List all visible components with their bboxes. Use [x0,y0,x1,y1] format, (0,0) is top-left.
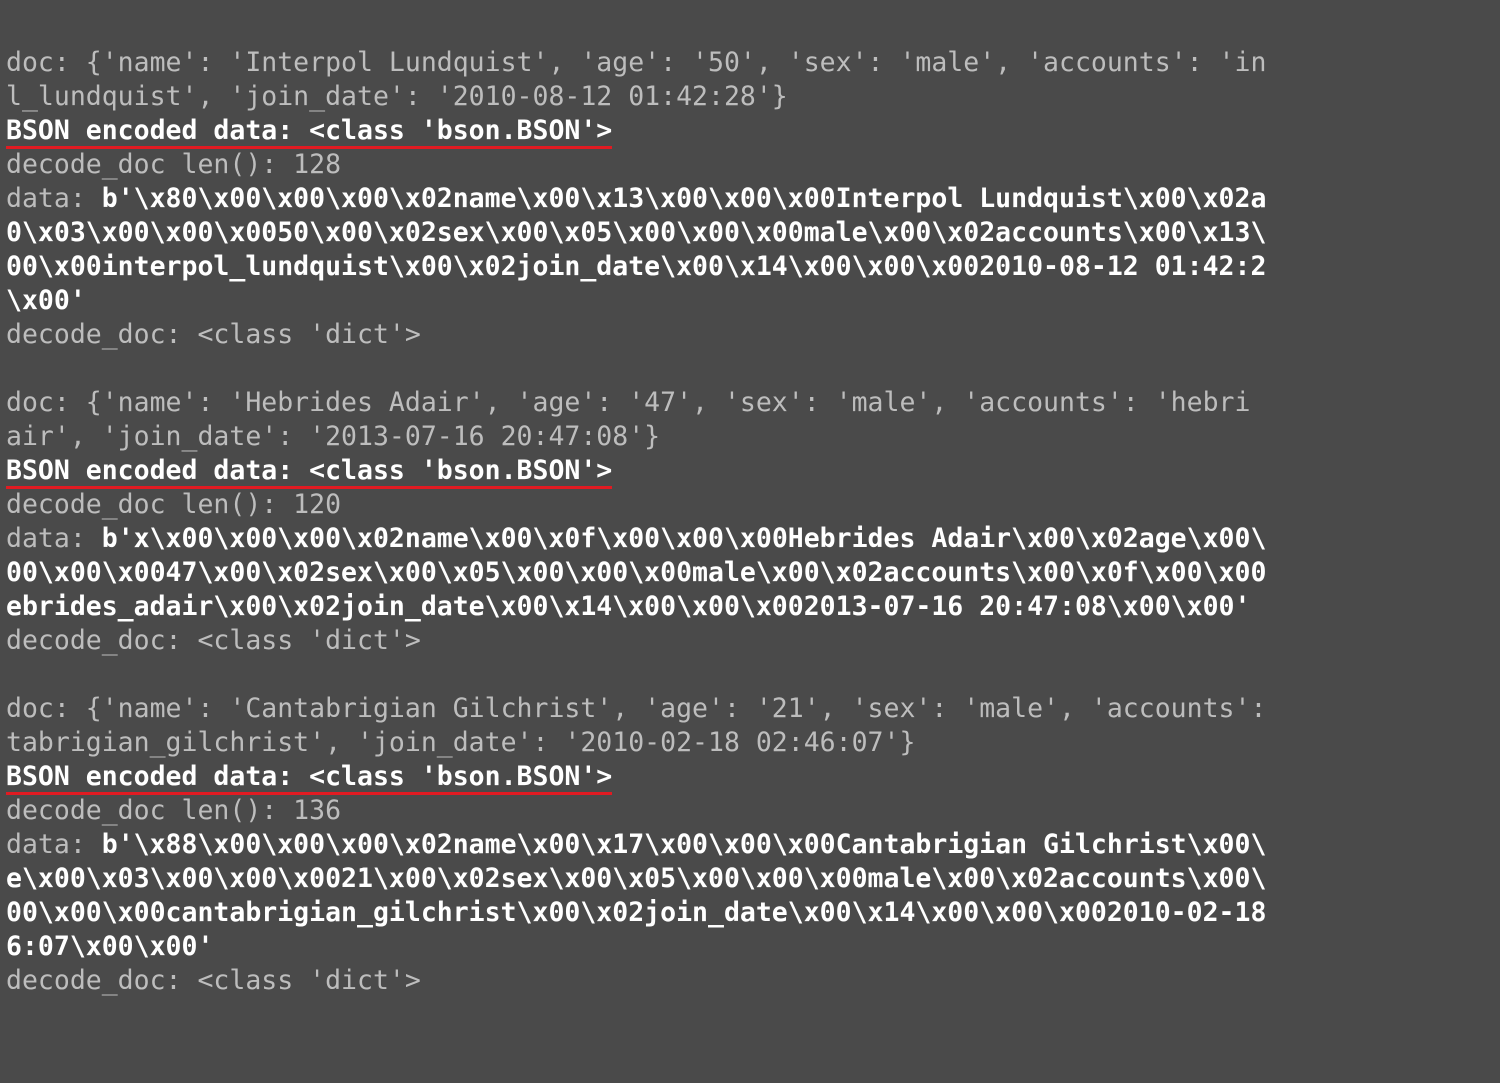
doc-line: doc: {'name': 'Cantabrigian Gilchrist', … [6,693,1266,724]
decode-doc-line: decode_doc: <class 'dict'> [6,965,421,996]
data-bytes: b'x\x00\x00\x00\x02name\x00\x0f\x00\x00\… [6,523,1266,622]
data-label: data: [6,829,102,860]
doc-line: doc: {'name': 'Interpol Lundquist', 'age… [6,47,1266,78]
decode-len-line: decode_doc len(): 136 [6,795,341,826]
bson-encoded-line: BSON encoded data: <class 'bson.BSON'> [6,760,612,794]
decode-len-line: decode_doc len(): 120 [6,489,341,520]
data-bytes: b'\x80\x00\x00\x00\x02name\x00\x13\x00\x… [6,183,1266,316]
decode-doc-line: decode_doc: <class 'dict'> [6,625,421,656]
bson-encoded-line: BSON encoded data: <class 'bson.BSON'> [6,114,612,148]
doc-line-cont: tabrigian_gilchrist', 'join_date': '2010… [6,727,915,758]
data-label: data: [6,523,102,554]
decode-len-line: decode_doc len(): 128 [6,149,341,180]
decode-doc-line: decode_doc: <class 'dict'> [6,319,421,350]
doc-line-cont: air', 'join_date': '2013-07-16 20:47:08'… [6,421,660,452]
terminal-output: doc: {'name': 'Interpol Lundquist', 'age… [0,0,1500,1010]
data-bytes: b'\x88\x00\x00\x00\x02name\x00\x17\x00\x… [6,829,1266,962]
doc-line-cont: l_lundquist', 'join_date': '2010-08-12 0… [6,81,788,112]
data-label: data: [6,183,102,214]
doc-line: doc: {'name': 'Hebrides Adair', 'age': '… [6,387,1250,418]
bson-encoded-line: BSON encoded data: <class 'bson.BSON'> [6,454,612,488]
